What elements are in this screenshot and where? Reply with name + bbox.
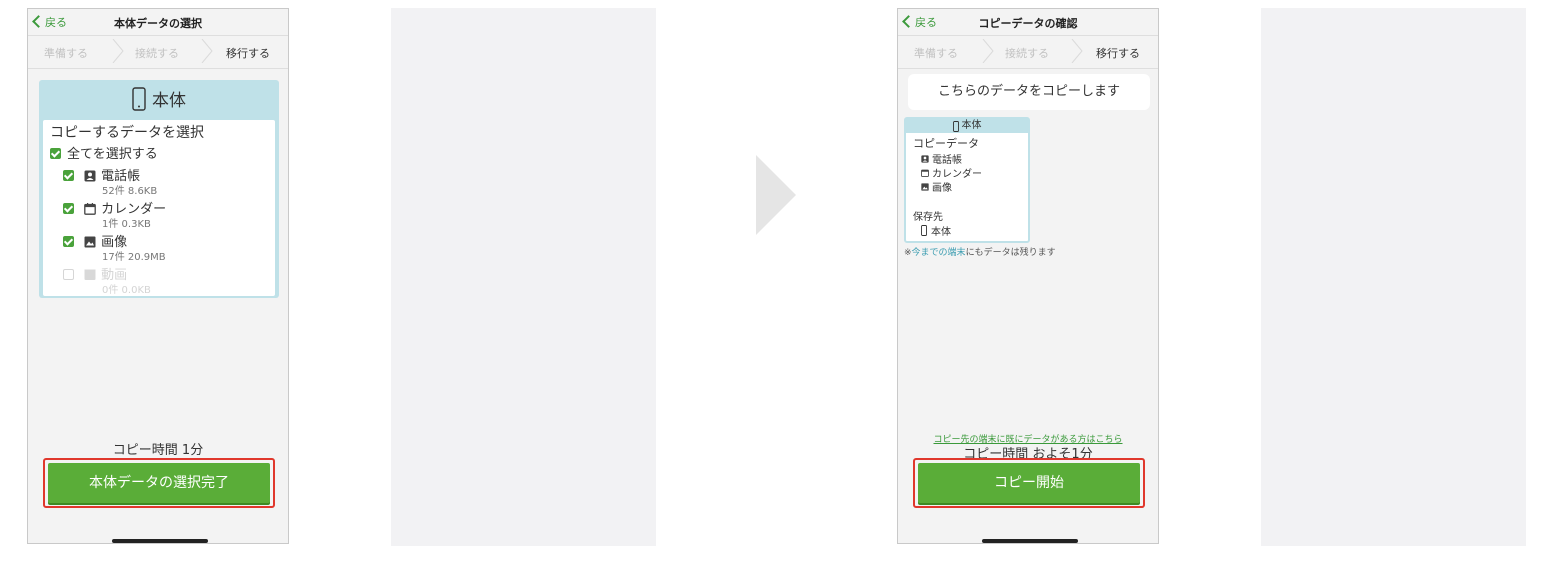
checkbox-checked-icon: [63, 236, 74, 247]
destination-label: 保存先: [913, 212, 943, 223]
contact-icon: [921, 155, 929, 163]
panel-header: 本体: [39, 86, 279, 111]
checkbox-checked-icon: [63, 170, 74, 181]
checkbox-checked-icon: [63, 203, 74, 214]
video-icon: [84, 269, 96, 280]
step-indicator: 準備する 接続する 移行する: [28, 36, 288, 69]
empty-placeholder: [391, 8, 656, 546]
step-indicator: 準備する 接続する 移行する: [898, 36, 1158, 69]
panel-title: 本体: [152, 91, 186, 111]
item-size: 0件 0.0KB: [102, 285, 151, 296]
copy-data-label: コピーデータ: [913, 137, 979, 150]
start-copy-button[interactable]: コピー開始: [918, 463, 1140, 503]
summary-item: カレンダー: [921, 165, 982, 180]
data-select-list: コピーするデータを選択 全てを選択する 電話帳 52件 8.6KB カレンダー …: [43, 120, 275, 296]
image-icon: [84, 236, 96, 247]
navigation-bar: 戻る 本体データの選択: [28, 9, 288, 36]
item-size: 17件 20.9MB: [102, 252, 166, 263]
phone-screen-confirm: 戻る コピーデータの確認 準備する 接続する 移行する こちらのデータをコピーし…: [897, 8, 1159, 544]
select-all-label: 全てを選択する: [67, 147, 158, 162]
play-arrow-icon: [756, 155, 796, 235]
chevron-right-icon: [982, 39, 994, 63]
smartphone-icon: [952, 120, 959, 132]
step-prepare: 準備する: [914, 47, 958, 60]
empty-placeholder: [1261, 8, 1526, 546]
destination-value: 本体: [921, 223, 951, 238]
item-size: 1件 0.3KB: [102, 219, 151, 230]
item-size: 52件 8.6KB: [102, 186, 158, 197]
smartphone-icon: [921, 225, 927, 236]
chevron-right-icon: [201, 39, 213, 63]
destination-text: 本体: [931, 227, 951, 238]
retention-note: ※今までの端末にもデータは残ります: [904, 245, 1056, 258]
summary-item: 画像: [921, 179, 952, 194]
copy-time: コピー時間 1分: [112, 443, 204, 458]
summary-title: 本体: [961, 120, 982, 131]
navigation-bar: 戻る コピーデータの確認: [898, 9, 1158, 36]
select-all-checkbox[interactable]: 全てを選択する: [50, 143, 158, 162]
smartphone-icon: [132, 86, 146, 111]
chevron-right-icon: [1071, 39, 1083, 63]
step-connect: 接続する: [135, 47, 179, 60]
select-heading: コピーするデータを選択: [50, 125, 204, 141]
note-prefix: ※: [904, 248, 912, 258]
summary-item-label: 画像: [932, 183, 952, 194]
step-migrate: 移行する: [226, 47, 270, 60]
device-panel: 本体 コピーするデータを選択 全てを選択する 電話帳 52件 8.6KB カレン…: [39, 80, 279, 298]
page-title: コピーデータの確認: [978, 17, 1078, 30]
checkbox-checked-icon: [50, 148, 61, 159]
copy-summary-card: 本体 コピーデータ 電話帳 カレンダー 画像 保存先 本体: [904, 117, 1030, 243]
contact-icon: [84, 170, 96, 181]
page-title: 本体データの選択: [114, 17, 202, 30]
calendar-icon: [921, 169, 929, 177]
image-icon: [921, 183, 929, 191]
calendar-icon: [84, 202, 96, 215]
step-migrate: 移行する: [1096, 47, 1140, 60]
checkbox-unchecked-icon: [63, 269, 74, 280]
highlight-frame: 本体データの選択完了: [43, 458, 275, 508]
step-prepare: 準備する: [44, 47, 88, 60]
home-indicator: [982, 539, 1078, 543]
phone-screen-select: 戻る 本体データの選択 準備する 接続する 移行する 本体 コピーするデータを選…: [27, 8, 289, 544]
select-complete-button[interactable]: 本体データの選択完了: [48, 463, 270, 503]
summary-item: 電話帳: [921, 151, 962, 166]
note-suffix: にもデータは残ります: [965, 248, 1056, 258]
highlight-frame: コピー開始: [913, 458, 1145, 508]
note-highlight: 今までの端末: [911, 248, 966, 258]
summary-header: 本体: [906, 119, 1028, 133]
confirm-message: こちらのデータをコピーします: [908, 74, 1150, 110]
home-indicator: [112, 539, 208, 543]
chevron-right-icon: [112, 39, 124, 63]
step-connect: 接続する: [1005, 47, 1049, 60]
